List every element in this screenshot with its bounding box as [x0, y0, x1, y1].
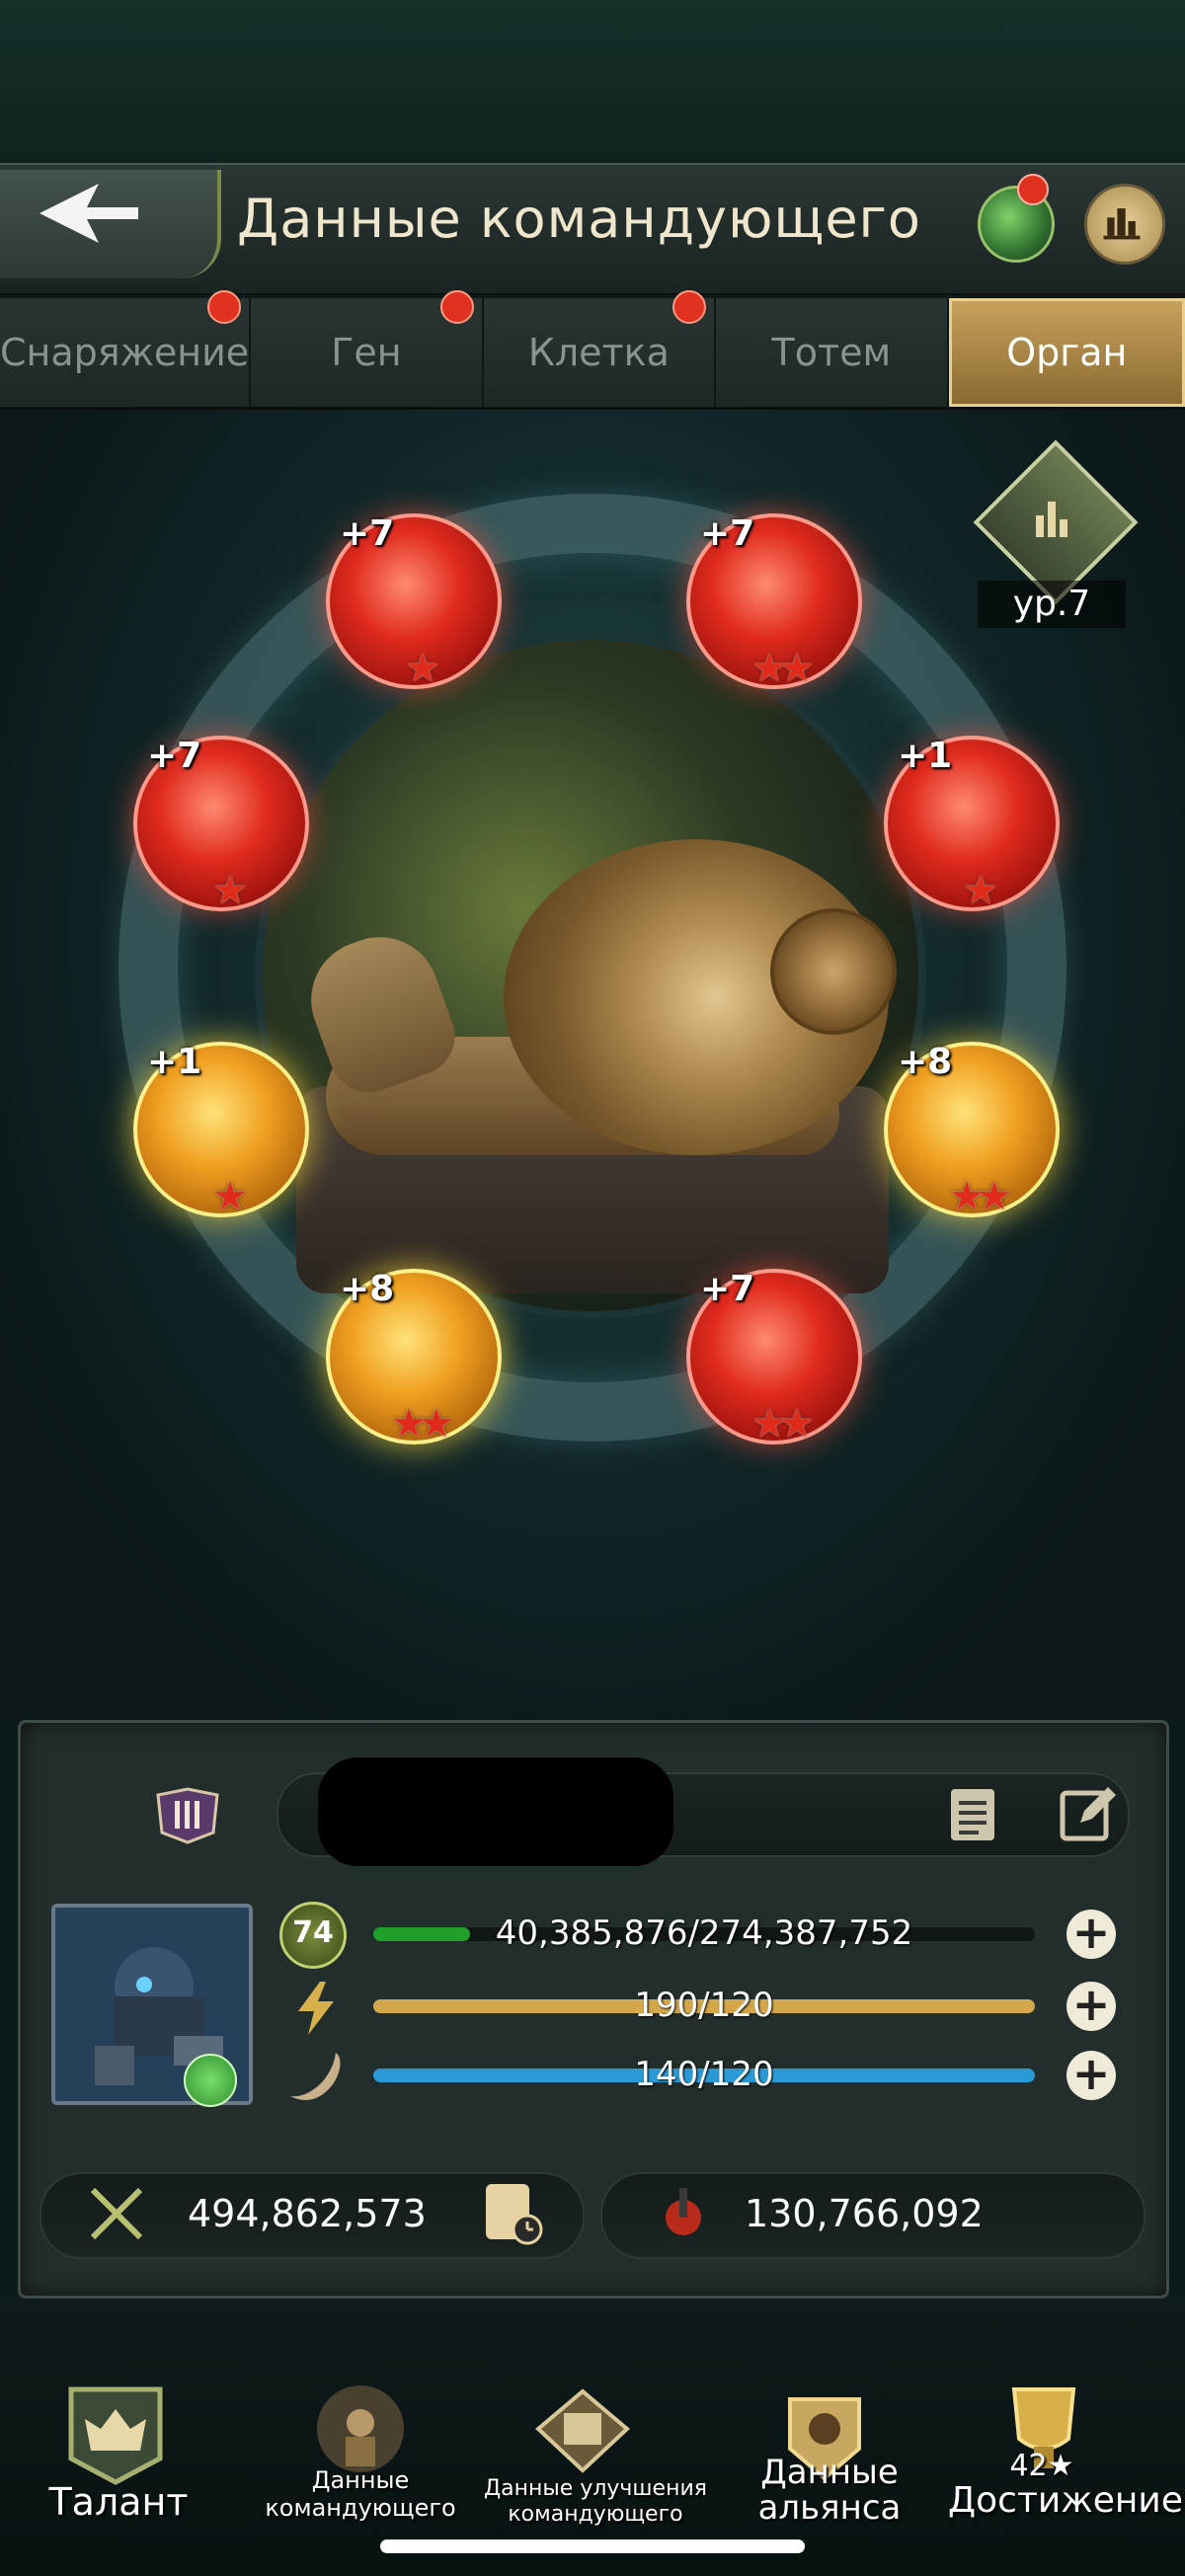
star-icon: ★★: [391, 1401, 454, 1446]
horn-icon: [290, 2053, 341, 2100]
nav-upgrade-data-label[interactable]: Данные улучшения командующего: [472, 2476, 719, 2528]
notification-dot: [207, 290, 242, 324]
exp-row: 40,385,876/274,387,752 +: [286, 1906, 1185, 1965]
organ-level: +7: [340, 513, 395, 554]
crossed-swords-icon: [90, 2187, 143, 2240]
organ-level: +1: [898, 736, 953, 776]
power-value: 494,862,573: [188, 2192, 427, 2235]
organ-level-text: ур.7: [978, 581, 1126, 628]
star-icon: ★: [963, 868, 998, 913]
organ-level: +7: [147, 736, 202, 776]
bar-chart-icon: [1036, 502, 1067, 537]
add-stamina-button[interactable]: +: [1066, 2051, 1116, 2100]
stamina-row: 140/120 +: [286, 2047, 1185, 2106]
tab-cell[interactable]: Клетка: [483, 290, 717, 407]
lightning-icon: [298, 1982, 334, 2035]
tab-label: Снаряжение: [0, 331, 250, 374]
organ-level: +1: [147, 1042, 202, 1082]
organ-slot[interactable]: +1 ★: [884, 736, 1060, 913]
notification-dot: [1017, 174, 1049, 205]
rank-icon[interactable]: [1084, 184, 1165, 265]
snail-spiral-image: [770, 908, 897, 1035]
add-exp-button[interactable]: +: [1066, 1910, 1116, 1959]
home-indicator: [380, 2539, 805, 2553]
edit-icon[interactable]: [1057, 1783, 1118, 1844]
page-title: Данные командующего: [237, 188, 921, 250]
kills-value: 130,766,092: [745, 2192, 984, 2235]
star-icon: ★: [405, 646, 440, 691]
tab-gene[interactable]: Ген: [251, 290, 484, 407]
organ-level: +8: [340, 1269, 395, 1309]
organ-level: +8: [898, 1042, 953, 1082]
star-icon: ★: [212, 868, 248, 913]
talent-icon[interactable]: [61, 2380, 170, 2488]
organ-slot[interactable]: +7 ★: [133, 736, 309, 913]
notification-dot: [672, 290, 707, 324]
organ-slot[interactable]: +8 ★★: [326, 1269, 502, 1446]
redacted-name: [318, 1757, 673, 1866]
star-icon: ★★: [751, 1401, 815, 1446]
bar-chart-icon: [1103, 208, 1141, 240]
star-icon: ★★: [751, 646, 815, 691]
refresh-icon[interactable]: [184, 2054, 237, 2107]
exp-text: 40,385,876/274,387,752: [495, 1913, 913, 1953]
tab-label: Орган: [1006, 331, 1128, 374]
energy-row: 190/120 +: [286, 1978, 1185, 2037]
notes-icon[interactable]: [943, 1785, 1002, 1844]
notification-dot: [439, 290, 474, 324]
star-icon: ★: [212, 1174, 248, 1219]
nav-alliance-label[interactable]: Данные альянса: [731, 2455, 928, 2526]
tab-totem[interactable]: Тотем: [716, 298, 949, 407]
organ-level: +7: [700, 513, 755, 554]
organ-slot[interactable]: +7 ★★: [686, 513, 862, 691]
nav-commander-data-label[interactable]: Данные командующего: [252, 2466, 469, 2522]
energy-text: 190/120: [634, 1986, 774, 2025]
achievement-count: 42★: [1009, 2449, 1074, 2483]
tab-equipment[interactable]: Снаряжение: [0, 290, 252, 407]
organ-slot[interactable]: +8 ★★: [884, 1042, 1060, 1219]
organ-slot[interactable]: +7 ★★: [686, 1269, 862, 1446]
tab-bar: Снаряжение Ген Клетка Тотем Орган: [0, 290, 1185, 410]
back-arrow-icon[interactable]: [40, 184, 138, 243]
organ-slot[interactable]: +7 ★: [326, 513, 502, 691]
organ-level: +7: [700, 1269, 755, 1309]
scroll-clock-icon[interactable]: [480, 2178, 545, 2247]
tab-organ[interactable]: Орган: [948, 298, 1185, 407]
stamina-text: 140/120: [634, 2055, 774, 2094]
nav-achievement-label[interactable]: Достижение: [948, 2480, 1183, 2521]
rank-emblem-icon: [156, 1787, 219, 1844]
tab-label: Тотем: [771, 331, 892, 374]
organ-slot[interactable]: +1 ★: [133, 1042, 309, 1219]
tab-label: Ген: [331, 331, 402, 374]
kills-icon: [666, 2188, 701, 2235]
top-background: [0, 0, 1185, 163]
tab-label: Клетка: [527, 331, 670, 374]
star-icon: ★★: [949, 1174, 1012, 1219]
nav-talent-label[interactable]: Талант: [20, 2480, 217, 2524]
add-energy-button[interactable]: +: [1066, 1982, 1116, 2031]
upgrade-data-icon[interactable]: [528, 2380, 637, 2488]
